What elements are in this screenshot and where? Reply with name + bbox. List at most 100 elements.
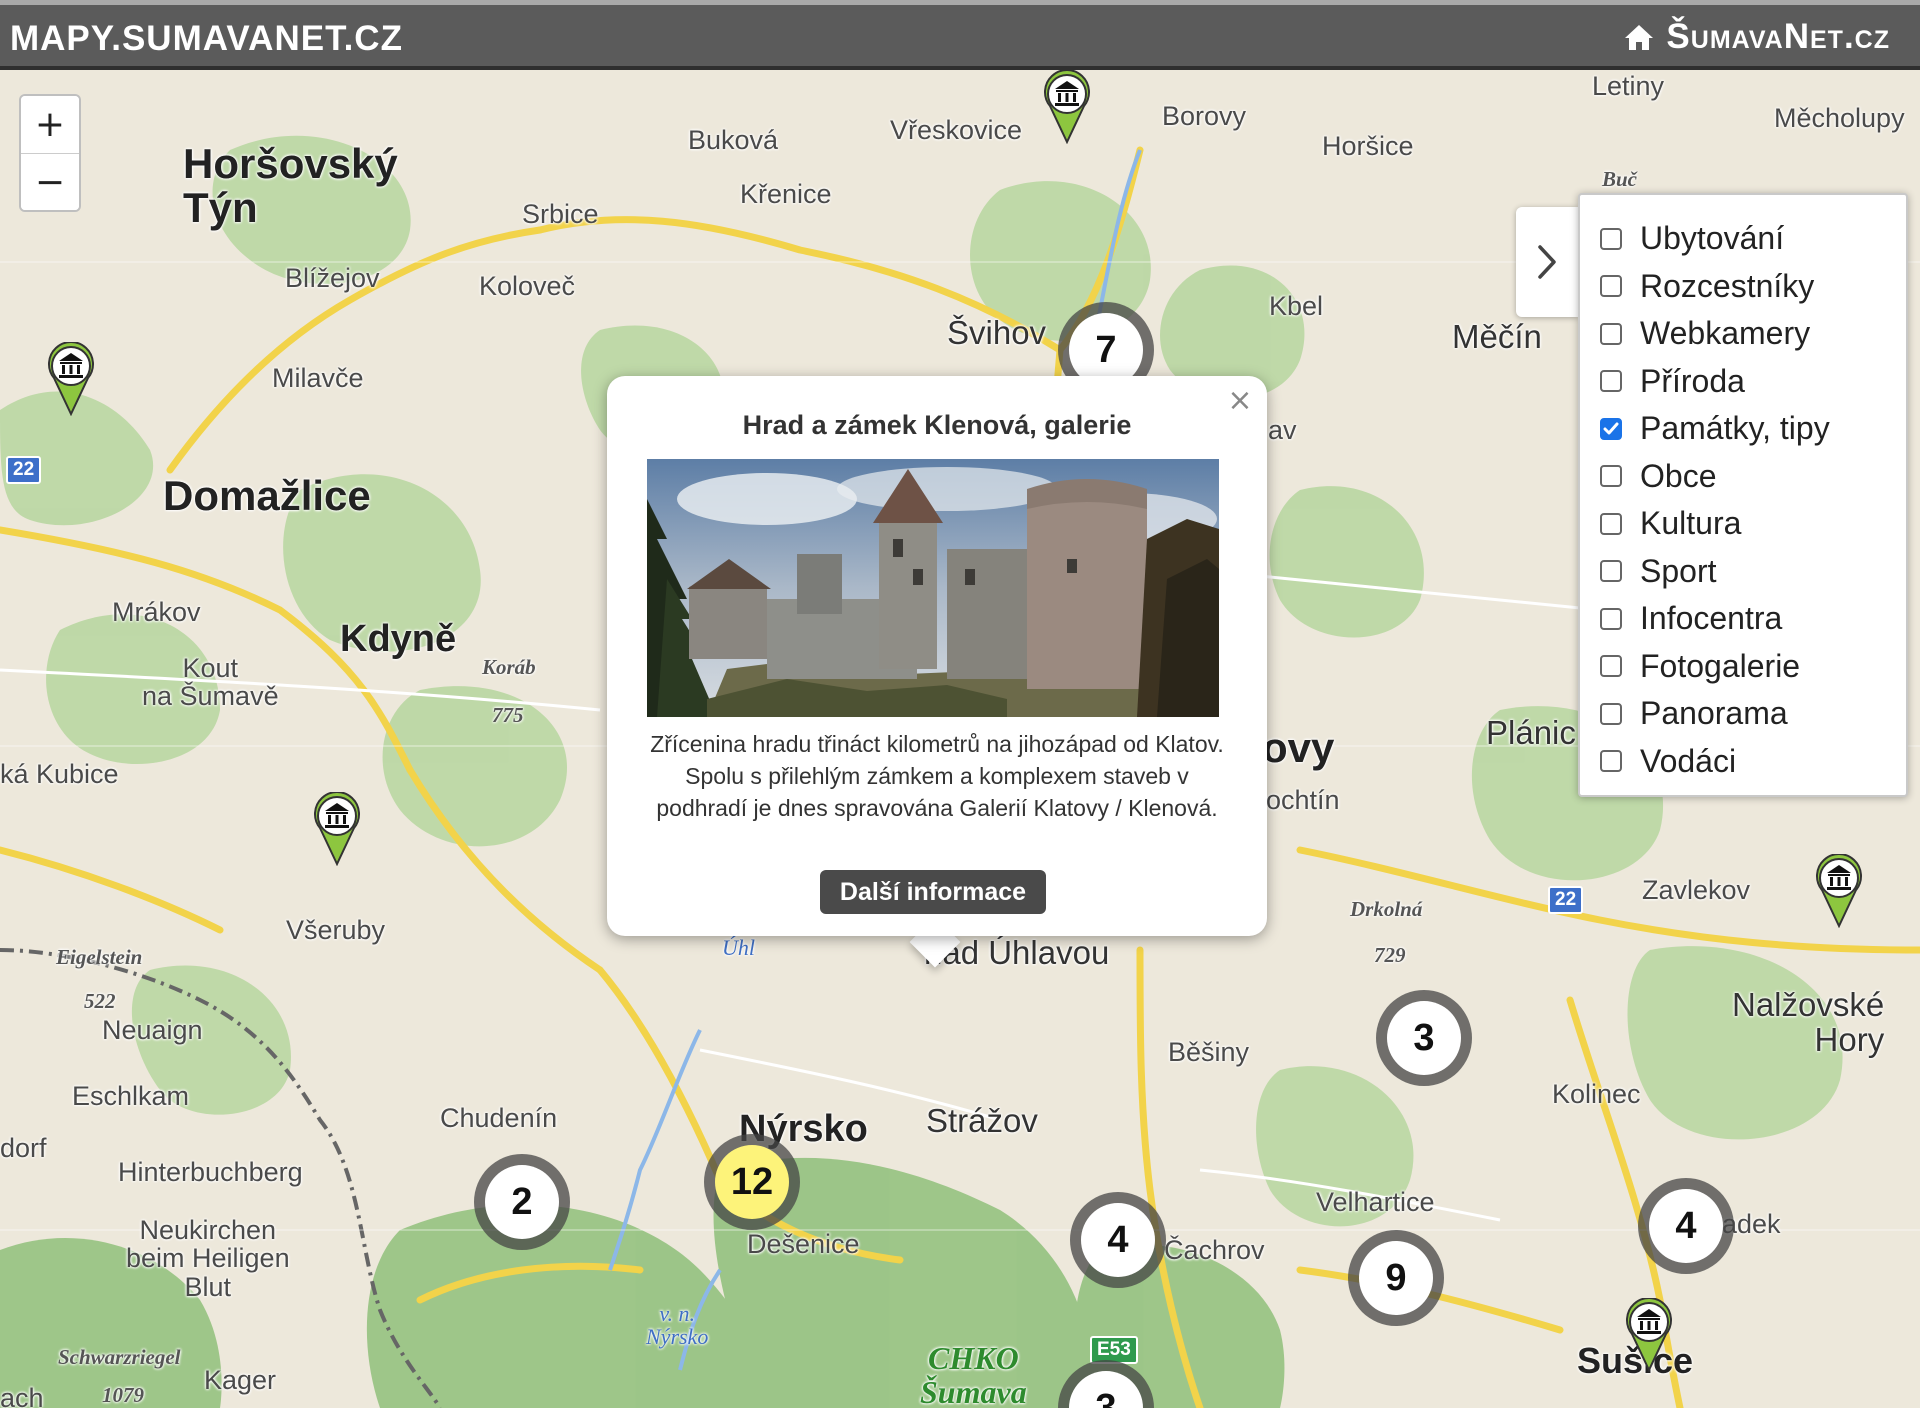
cluster-marker[interactable]: 4 <box>1638 1178 1734 1274</box>
place-horsovsky-tyn: Horšovský Týn <box>183 140 398 232</box>
layer-option[interactable]: Obce <box>1600 453 1906 501</box>
place-srbice: Srbice <box>522 199 599 229</box>
layer-label: Ubytování <box>1640 220 1785 257</box>
place-desenice: Dešenice <box>747 1229 860 1259</box>
cluster-count: 12 <box>715 1145 789 1219</box>
popup-photo <box>647 459 1219 717</box>
place-ovy: ovy <box>1262 724 1335 771</box>
info-popup: × Hrad a zámek Klenová, galerie Zřícenin… <box>607 376 1267 936</box>
zoom-control: + − <box>19 94 81 212</box>
place-kolinec: Kolinec <box>1552 1079 1641 1109</box>
layer-option[interactable]: Ubytování <box>1600 215 1906 263</box>
place-mecholupy: Měcholupy <box>1774 103 1905 133</box>
monument-marker-icon[interactable] <box>1042 70 1092 144</box>
layer-option[interactable]: Příroda <box>1600 358 1906 406</box>
place-domazlice: Domažlice <box>163 472 371 519</box>
monument-marker-icon[interactable] <box>46 342 96 416</box>
cluster-count: 2 <box>485 1165 559 1239</box>
layer-label: Památky, tipy <box>1640 410 1830 447</box>
place-mecin: Měčín <box>1452 318 1542 355</box>
place-korab-alt: 775 <box>492 703 524 727</box>
place-drkolna: Drkolná <box>1350 897 1423 921</box>
place-milavce: Milavče <box>272 363 364 393</box>
layer-label: Rozcestníky <box>1640 267 1815 304</box>
place-vseruby: Všeruby <box>286 915 386 945</box>
place-zavlekov: Zavlekov <box>1642 875 1751 905</box>
place-schwarzriegel: Schwarzriegel <box>58 1345 181 1369</box>
place-cachrov: Čachrov <box>1164 1235 1265 1265</box>
place-drkolna-alt: 729 <box>1374 943 1406 967</box>
site-title[interactable]: MAPY.SUMAVANET.CZ <box>10 19 403 59</box>
checkbox[interactable] <box>1600 227 1622 250</box>
cluster-marker[interactable]: 12 <box>704 1134 800 1230</box>
checkbox[interactable] <box>1600 465 1622 488</box>
checkbox[interactable] <box>1600 560 1622 583</box>
zoom-out-button[interactable]: − <box>21 153 79 210</box>
layer-option[interactable]: Vodáci <box>1600 738 1906 786</box>
checkbox[interactable] <box>1600 750 1622 773</box>
checkbox[interactable] <box>1600 702 1622 725</box>
layers-collapse-toggle[interactable] <box>1516 207 1578 317</box>
place-kager: Kager <box>204 1365 277 1395</box>
layer-label: Vodáci <box>1640 742 1737 779</box>
cluster-count: 3 <box>1069 1371 1143 1408</box>
monument-marker-icon[interactable] <box>1814 854 1864 928</box>
place-eschlkam: Eschlkam <box>72 1081 190 1111</box>
place-mrakov: Mrákov <box>112 597 201 627</box>
place-label: Horšovský Týn <box>183 140 398 232</box>
place-nalzovske-hory: Nalžovské Hory <box>1732 986 1885 1058</box>
layer-option[interactable]: Sport <box>1600 548 1906 596</box>
layer-option[interactable]: Webkamery <box>1600 310 1906 358</box>
place-korab: Koráb <box>482 655 536 679</box>
cluster-marker[interactable]: 4 <box>1070 1192 1166 1288</box>
layer-option[interactable]: Panorama <box>1600 690 1906 738</box>
place-buc: Buč <box>1602 167 1638 191</box>
place-eigelstein-alt: 522 <box>84 989 116 1013</box>
place-kbel: Kbel <box>1269 291 1324 321</box>
checkbox[interactable] <box>1600 370 1622 393</box>
place-neuaign: Neuaign <box>102 1015 203 1045</box>
place-dorf: dorf <box>0 1133 47 1163</box>
place-strazov: Strážov <box>926 1102 1038 1139</box>
home-link[interactable]: ŠumavaNet.cz <box>1624 17 1890 57</box>
more-info-button[interactable]: Další informace <box>820 870 1046 914</box>
place-velhartice: Velhartice <box>1316 1187 1435 1217</box>
monument-marker-icon[interactable] <box>312 792 362 866</box>
cluster-count: 9 <box>1359 1241 1433 1315</box>
cluster-count: 4 <box>1649 1189 1723 1263</box>
place-kolovec: Koloveč <box>479 271 576 301</box>
cluster-marker[interactable]: 2 <box>474 1154 570 1250</box>
checkbox[interactable] <box>1600 655 1622 678</box>
place-av: av <box>1268 415 1297 445</box>
checkbox[interactable] <box>1600 275 1622 298</box>
place-planice: Plánic <box>1486 714 1576 751</box>
layer-option[interactable]: Kultura <box>1600 500 1906 548</box>
layer-option[interactable]: Rozcestníky <box>1600 263 1906 311</box>
checkbox-checked[interactable] <box>1600 417 1622 440</box>
place-uhlava-river: Úhl <box>722 935 755 960</box>
checkbox[interactable] <box>1600 322 1622 345</box>
cluster-marker[interactable]: 3 <box>1376 990 1472 1086</box>
checkbox[interactable] <box>1600 607 1622 630</box>
chevron-right-icon <box>1538 245 1556 279</box>
place-krenice: Křenice <box>740 179 832 209</box>
checkbox[interactable] <box>1600 512 1622 535</box>
layer-label: Obce <box>1640 457 1717 494</box>
place-besiny: Běšiny <box>1168 1037 1250 1067</box>
popup-title: Hrad a zámek Klenová, galerie <box>742 410 1132 440</box>
top-bar: MAPY.SUMAVANET.CZ ŠumavaNet.cz <box>0 0 1920 70</box>
layer-option[interactable]: Fotogalerie <box>1600 643 1906 691</box>
place-hinterbuchberg: Hinterbuchberg <box>118 1157 303 1187</box>
place-kdyne: Kdyně <box>340 618 457 660</box>
cluster-marker[interactable]: 9 <box>1348 1230 1444 1326</box>
map-app: MAPY.SUMAVANET.CZ ŠumavaNet.cz Horšovský… <box>0 0 1920 1408</box>
home-link-label: ŠumavaNet.cz <box>1666 17 1890 56</box>
layer-option[interactable]: Památky, tipy <box>1600 405 1906 453</box>
monument-marker-icon[interactable] <box>1624 1298 1674 1372</box>
place-chudenin: Chudenín <box>440 1103 558 1133</box>
zoom-in-button[interactable]: + <box>21 96 79 153</box>
layer-label: Sport <box>1640 552 1717 589</box>
layer-option[interactable]: Infocentra <box>1600 595 1906 643</box>
place-horsice: Horšice <box>1322 131 1414 161</box>
home-icon <box>1625 25 1654 50</box>
